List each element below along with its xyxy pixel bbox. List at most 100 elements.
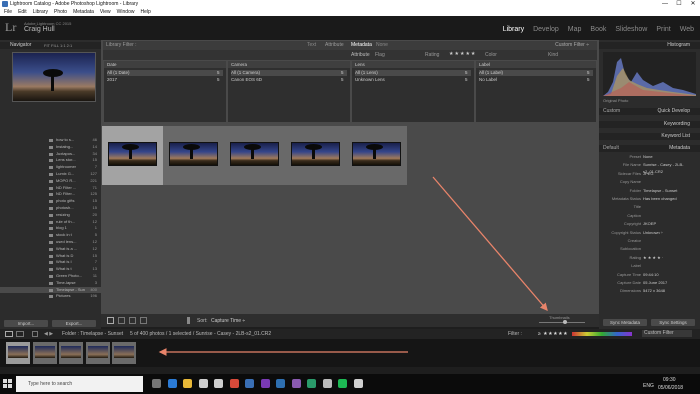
- navigator-preview[interactable]: [12, 52, 96, 102]
- metadata-value[interactable]: Unknown ÷: [643, 230, 663, 237]
- grid-cell[interactable]: [163, 126, 224, 185]
- column-value[interactable]: All (1 Lens): [355, 70, 471, 76]
- folder-row[interactable]: Juxtapos... 34: [0, 151, 101, 157]
- grid-cell[interactable]: [102, 126, 163, 185]
- folder-row[interactable]: What is a ... 12: [0, 246, 101, 252]
- bridge-icon[interactable]: [291, 379, 301, 388]
- menu-window[interactable]: Window: [117, 8, 135, 16]
- photoshop-icon[interactable]: [276, 379, 285, 388]
- menu-edit[interactable]: Edit: [18, 8, 27, 16]
- menu-help[interactable]: Help: [140, 8, 150, 16]
- grid-view-icon[interactable]: [107, 317, 114, 324]
- lightroom-icon[interactable]: [245, 379, 254, 388]
- spray-can-icon[interactable]: [187, 317, 190, 324]
- metadata-value[interactable]: Timelapse - Sunset: [643, 188, 677, 195]
- folder-row[interactable]: Pictures 196: [0, 293, 101, 299]
- metadata-value[interactable]: None: [643, 154, 653, 161]
- folder-row[interactable]: What is D 15: [0, 253, 101, 259]
- column-header[interactable]: Camera: [228, 61, 350, 68]
- security-icon[interactable]: [307, 379, 316, 388]
- folder-row[interactable]: blog 1 1: [0, 225, 101, 231]
- folder-row[interactable]: Timelapse - Sun 400: [0, 286, 101, 293]
- navigator-header[interactable]: Navigator FIT FILL 1:1 2:1: [0, 42, 101, 49]
- color-label-filter[interactable]: [572, 332, 632, 336]
- compare-view-icon[interactable]: [129, 317, 136, 324]
- edge-icon[interactable]: [167, 379, 177, 388]
- folder-row[interactable]: rule of th... 12: [0, 219, 101, 225]
- windows-start-icon[interactable]: [3, 379, 12, 388]
- task-view-icon[interactable]: [152, 379, 161, 388]
- spotify-icon[interactable]: [338, 379, 347, 388]
- column-value[interactable]: All (1 Label): [479, 70, 593, 76]
- metadata-value[interactable]: Has been changed: [643, 196, 677, 203]
- grid-cell[interactable]: [224, 126, 285, 185]
- metadata-header[interactable]: Default Metadata: [599, 145, 700, 152]
- premiere-icon[interactable]: [260, 379, 270, 388]
- store-icon[interactable]: [198, 379, 208, 388]
- saved-preset-select[interactable]: Custom: [603, 108, 620, 115]
- module-develop[interactable]: Develop: [533, 26, 559, 33]
- filmstrip-rating-filter[interactable]: ≥ ★★★★★: [538, 329, 568, 339]
- module-library[interactable]: Library: [503, 26, 524, 33]
- module-web[interactable]: Web: [680, 26, 694, 33]
- folder-row[interactable]: photosh... 15: [0, 205, 101, 211]
- second-window-icon[interactable]: [16, 331, 24, 337]
- folder-row[interactable]: photo gifts 15: [0, 198, 101, 204]
- mail-icon[interactable]: [214, 379, 223, 388]
- folder-row[interactable]: resizing 20: [0, 212, 101, 218]
- folder-row[interactable]: What is t 13: [0, 266, 101, 272]
- metadata-value[interactable]: 5472 x 3648: [643, 288, 665, 295]
- folder-row[interactable]: used lens... 12: [0, 239, 101, 245]
- filmstrip-thumbnail[interactable]: [59, 342, 83, 364]
- folder-row[interactable]: stock in t 5: [0, 232, 101, 238]
- chrome-icon[interactable]: [229, 379, 239, 388]
- filter-tab-metadata[interactable]: Metadata: [351, 41, 372, 50]
- column-value[interactable]: No Label: [479, 77, 497, 83]
- photo-thumbnail[interactable]: [169, 142, 218, 166]
- maximize-button[interactable]: ☐: [672, 0, 686, 8]
- close-button[interactable]: ✕: [686, 0, 700, 8]
- column-value[interactable]: Unknown Lens: [355, 77, 385, 83]
- photo-thumbnail[interactable]: [230, 142, 279, 166]
- navigator-zoom[interactable]: FIT FILL 1:1 2:1: [44, 42, 72, 49]
- filmstrip-thumbnail[interactable]: [32, 342, 57, 364]
- column-value[interactable]: All (1 Date): [107, 70, 223, 76]
- module-slideshow[interactable]: Slideshow: [615, 26, 647, 33]
- filmstrip-thumbnail[interactable]: [85, 342, 110, 364]
- language-indicator[interactable]: ENG: [643, 383, 654, 389]
- column-header[interactable]: Label: [476, 61, 596, 68]
- metadata-value[interactable]: 05 June 2017: [643, 280, 667, 287]
- file-explorer-icon[interactable]: [183, 379, 192, 388]
- folder-row[interactable]: Time-lapse 3: [0, 280, 101, 286]
- folder-row[interactable]: ND Filter ... 71: [0, 185, 101, 191]
- column-value[interactable]: Canon EOS 6D: [231, 77, 262, 83]
- taskbar-search-input[interactable]: Type here to search: [16, 376, 143, 392]
- filter-tab-attribute[interactable]: Attribute: [325, 41, 344, 50]
- import-button[interactable]: Import...: [4, 320, 48, 327]
- original-photo-toggle[interactable]: Original Photo: [603, 98, 628, 103]
- folder-row[interactable]: lightroomer 7: [0, 164, 101, 170]
- thumbnail-size-slider[interactable]: [539, 322, 585, 323]
- sync-metadata-button[interactable]: Sync Metadata: [603, 319, 647, 326]
- vpn-icon[interactable]: [322, 379, 332, 388]
- folder-row[interactable]: Instalng... 14: [0, 144, 101, 150]
- filmstrip-thumbnail[interactable]: [6, 342, 30, 364]
- metadata-value[interactable]: 09:44:10: [643, 272, 659, 279]
- folder-row[interactable]: Green Photo... 11: [0, 273, 101, 279]
- folder-row[interactable]: MOPO R... 221: [0, 178, 101, 184]
- custom-filter-select[interactable]: Custom Filter ÷: [555, 41, 589, 50]
- folder-row[interactable]: Lumix G... 127: [0, 171, 101, 177]
- menu-library[interactable]: Library: [33, 8, 48, 16]
- photo-thumbnail[interactable]: [352, 142, 401, 166]
- filter-tab-none[interactable]: None: [376, 41, 388, 50]
- grid-cell[interactable]: [346, 126, 407, 185]
- loupe-view-icon[interactable]: [118, 317, 125, 324]
- back-arrow-icon[interactable]: ◀ ▶: [44, 329, 53, 339]
- metadata-value[interactable]: JKOEP: [643, 221, 656, 228]
- photo-thumbnail[interactable]: [108, 142, 157, 166]
- module-print[interactable]: Print: [656, 26, 670, 33]
- filmstrip-thumbnail[interactable]: [112, 342, 136, 364]
- custom-filter-dropdown[interactable]: Custom Filter: [642, 330, 692, 337]
- metadata-value[interactable]: ★ ★ ★ ★ ·: [643, 255, 663, 262]
- clock-time[interactable]: 09:30: [663, 377, 676, 383]
